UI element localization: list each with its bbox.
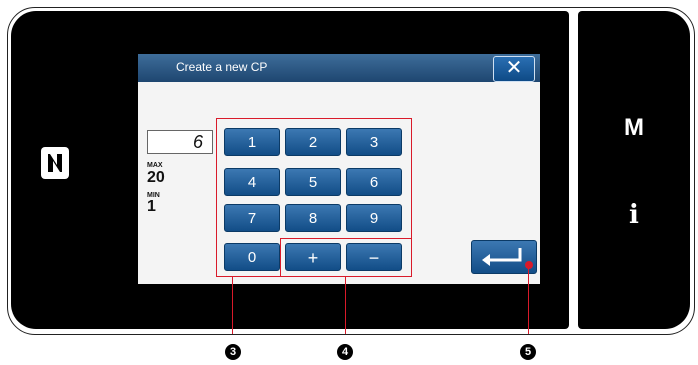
info-button[interactable]: i <box>578 200 690 230</box>
callout-line-3 <box>232 277 233 334</box>
callout-line-4 <box>345 277 346 334</box>
dialog-titlebar: Create a new CP ✕ <box>138 54 540 82</box>
callout-box-plus-minus <box>280 238 412 277</box>
callout-line-5 <box>528 268 529 334</box>
callout-3: 3 <box>225 344 241 360</box>
callout-5: 5 <box>520 344 536 360</box>
m-button[interactable]: M <box>578 114 690 142</box>
callout-dot-5 <box>525 261 533 269</box>
cp-number-field[interactable]: 6 <box>147 130 213 154</box>
dialog-title: Create a new CP <box>176 60 268 74</box>
side-panel <box>578 11 690 329</box>
callout-4: 4 <box>337 344 353 360</box>
min-value: 1 <box>147 198 156 215</box>
max-value: 20 <box>147 169 165 186</box>
close-button[interactable]: ✕ <box>493 56 535 82</box>
max-label: MAX <box>147 162 163 169</box>
nfc-icon <box>41 147 69 179</box>
